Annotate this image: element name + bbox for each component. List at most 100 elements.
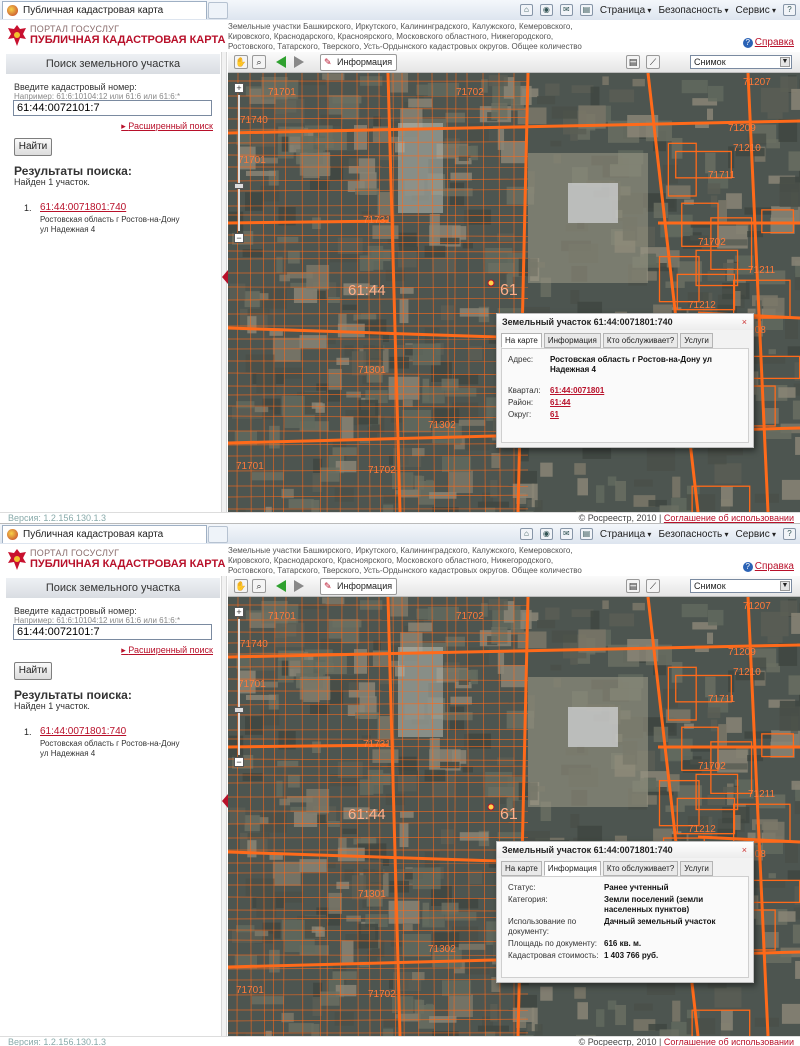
- block-label: 71702: [368, 465, 396, 476]
- menu-page[interactable]: Страница: [600, 5, 652, 16]
- tab-on-map[interactable]: На карте: [501, 861, 542, 876]
- screenshot-bottom: Публичная кадастровая карта ⌂ ◉ ✉ ▤ Стра…: [0, 523, 800, 1046]
- menu-service[interactable]: Сервис: [736, 5, 777, 16]
- tab-services[interactable]: Услуги: [680, 333, 713, 348]
- pan-hand-icon[interactable]: ✋: [234, 579, 248, 593]
- block-label: 71740: [240, 639, 268, 650]
- terms-link[interactable]: Соглашение об использовании: [664, 513, 794, 523]
- category-value: Земли поселений (земли населенных пункто…: [604, 895, 704, 914]
- tab-on-map[interactable]: На карте: [501, 333, 542, 348]
- information-button[interactable]: Информация: [320, 578, 398, 595]
- home-icon[interactable]: ⌂: [519, 4, 533, 16]
- quarter-link[interactable]: 61:44:0071801: [550, 386, 604, 396]
- mail-icon[interactable]: ✉: [559, 4, 573, 16]
- parcel-marker-icon[interactable]: [487, 279, 495, 287]
- block-label: 71711: [708, 170, 736, 181]
- menu-security[interactable]: Безопасность: [658, 529, 728, 540]
- map-view[interactable]: 71701 71702 71740 71731 71701 71711 71702 71207…: [228, 597, 800, 1036]
- tab-who-serves[interactable]: Кто обслуживает?: [602, 861, 679, 876]
- panel-splitter[interactable]: [221, 576, 228, 1036]
- browser-command-bar: ⌂ ◉ ✉ ▤ Страница Безопасность Сервис ?: [519, 524, 796, 544]
- zoom-in-button[interactable]: +: [234, 83, 244, 93]
- tab-information[interactable]: Информация: [543, 861, 601, 876]
- popup-title: Земельный участок 61:44:0071801:740: [497, 314, 753, 330]
- okrug-link[interactable]: 61: [550, 410, 559, 420]
- print-map-icon[interactable]: ▤: [626, 55, 640, 69]
- popup-row: Кадастровая стоимость: 1 403 766 руб.: [508, 951, 742, 961]
- measure-tool-icon[interactable]: ⟋: [646, 55, 660, 69]
- back-arrow-icon[interactable]: [276, 56, 286, 68]
- menu-security[interactable]: Безопасность: [658, 5, 728, 16]
- zoom-slider-knob[interactable]: [234, 183, 244, 189]
- browser-tab[interactable]: Публичная кадастровая карта: [2, 525, 207, 543]
- zoom-slider-knob[interactable]: [234, 707, 244, 713]
- results-title: Результаты поиска:: [14, 688, 132, 702]
- result-link[interactable]: 61:44:0071801:740: [40, 202, 126, 213]
- back-arrow-icon[interactable]: [276, 580, 286, 592]
- zoom-track[interactable]: [238, 95, 240, 231]
- zoom-control[interactable]: + −: [234, 607, 244, 767]
- find-button[interactable]: Найти: [14, 138, 52, 156]
- zoom-out-button[interactable]: −: [234, 757, 244, 767]
- help-link[interactable]: ? Справка: [742, 561, 794, 572]
- page-header: ПОРТАЛ ГОСУСЛУГ ПУБЛИЧНАЯ КАДАСТРОВАЯ КА…: [0, 544, 800, 585]
- tab-who-serves[interactable]: Кто обслуживает?: [602, 333, 679, 348]
- home-icon[interactable]: ⌂: [519, 528, 533, 540]
- advanced-search-link[interactable]: Расширенный поиск: [121, 645, 213, 656]
- tab-services[interactable]: Услуги: [680, 861, 713, 876]
- zoom-in-button[interactable]: +: [234, 607, 244, 617]
- browser-toolbar: Публичная кадастровая карта ⌂ ◉ ✉ ▤ Стра…: [0, 524, 800, 545]
- help-menu-icon[interactable]: ?: [783, 4, 796, 16]
- advanced-search-link[interactable]: Расширенный поиск: [121, 121, 213, 132]
- map-view[interactable]: 71701 71702 71740 71731 71701 71711 71702 71207…: [228, 73, 800, 512]
- layer-select[interactable]: Снимок ▼: [690, 55, 792, 69]
- menu-page[interactable]: Страница: [600, 529, 652, 540]
- find-button[interactable]: Найти: [14, 662, 52, 680]
- information-button[interactable]: Информация: [320, 54, 398, 71]
- result-link[interactable]: 61:44:0071801:740: [40, 726, 126, 737]
- eagle-logo-icon: [8, 549, 26, 570]
- zoom-box-icon[interactable]: ⌕: [252, 55, 266, 69]
- zoom-track[interactable]: [238, 619, 240, 755]
- menu-service[interactable]: Сервис: [736, 529, 777, 540]
- new-tab-button[interactable]: [208, 2, 228, 19]
- forward-arrow-icon[interactable]: [294, 56, 304, 68]
- site-title[interactable]: ПУБЛИЧНАЯ КАДАСТРОВАЯ КАРТА: [30, 558, 225, 570]
- browser-tab[interactable]: Публичная кадастровая карта: [2, 1, 207, 19]
- copyright-text: © Росреестр, 2010 |: [578, 1037, 662, 1046]
- rss-icon[interactable]: ◉: [539, 4, 553, 16]
- terms-link[interactable]: Соглашение об использовании: [664, 1037, 794, 1046]
- help-menu-icon[interactable]: ?: [783, 528, 796, 540]
- forward-arrow-icon[interactable]: [294, 580, 304, 592]
- results-count: Найден 1 участок.: [14, 177, 90, 187]
- popup-body: Адрес: Ростовская область г Ростов-на-Дон…: [501, 348, 749, 443]
- district-link[interactable]: 61:44: [550, 398, 570, 408]
- cadastral-number-input[interactable]: [13, 624, 212, 640]
- block-label: 71701: [236, 985, 264, 996]
- help-link[interactable]: ? Справка: [742, 37, 794, 48]
- close-icon[interactable]: ×: [742, 845, 747, 855]
- panel-splitter[interactable]: [221, 52, 228, 512]
- zoom-out-button[interactable]: −: [234, 233, 244, 243]
- tab-information[interactable]: Информация: [543, 333, 601, 348]
- zoom-box-icon[interactable]: ⌕: [252, 579, 266, 593]
- parcel-marker-icon[interactable]: [487, 803, 495, 811]
- print-icon[interactable]: ▤: [579, 4, 593, 16]
- rss-icon[interactable]: ◉: [539, 528, 553, 540]
- block-label: 71740: [240, 115, 268, 126]
- zoom-control[interactable]: + −: [234, 83, 244, 243]
- mail-icon[interactable]: ✉: [559, 528, 573, 540]
- cadastral-number-input[interactable]: [13, 100, 212, 116]
- map-toolbar: ✋ ⌕ Информация ▤ ⟋ Снимок ▼: [228, 52, 800, 73]
- site-title[interactable]: ПУБЛИЧНАЯ КАДАСТРОВАЯ КАРТА: [30, 34, 225, 46]
- pan-hand-icon[interactable]: ✋: [234, 55, 248, 69]
- layer-select[interactable]: Снимок ▼: [690, 579, 792, 593]
- print-icon[interactable]: ▤: [579, 528, 593, 540]
- print-map-icon[interactable]: ▤: [626, 579, 640, 593]
- new-tab-button[interactable]: [208, 526, 228, 543]
- results-title: Результаты поиска:: [14, 164, 132, 178]
- parcel-popup: Земельный участок 61:44:0071801:740 × На…: [496, 313, 754, 448]
- measure-tool-icon[interactable]: ⟋: [646, 579, 660, 593]
- browser-tab-title: Публичная кадастровая карта: [23, 529, 164, 540]
- close-icon[interactable]: ×: [742, 317, 747, 327]
